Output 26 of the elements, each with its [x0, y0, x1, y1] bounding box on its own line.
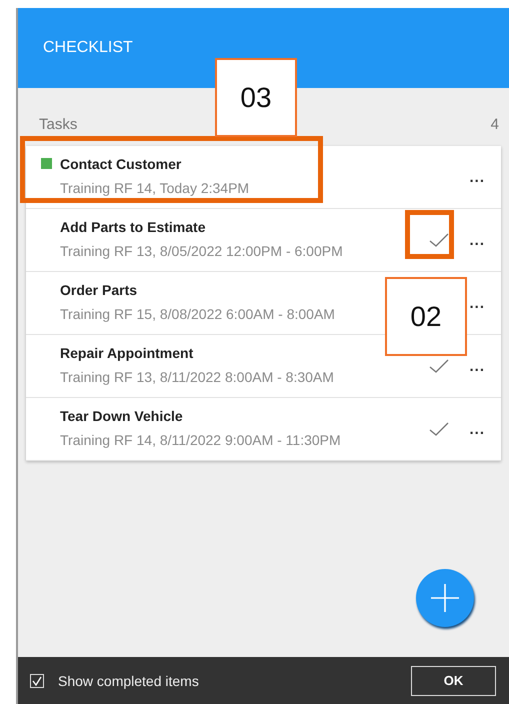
- checkmark-icon[interactable]: [429, 233, 450, 247]
- task-detail: Training RF 13, 8/11/2022 8:00AM - 8:30AM: [60, 369, 335, 385]
- header-title: CHECKLIST: [43, 39, 133, 57]
- more-button[interactable]: ...: [469, 232, 485, 248]
- task-title: Add Parts to Estimate: [60, 219, 206, 235]
- more-button[interactable]: ...: [469, 420, 485, 438]
- ok-button[interactable]: OK: [411, 666, 496, 696]
- checkbox-label: Show completed items: [58, 672, 200, 688]
- callout-label: 02: [385, 277, 467, 356]
- task-title: Order Parts: [60, 282, 138, 298]
- show-completed-checkbox[interactable]: [30, 674, 44, 688]
- more-button[interactable]: ...: [469, 168, 485, 186]
- task-title: Contact Customer: [60, 156, 182, 172]
- task-count: 4: [490, 116, 499, 135]
- more-button[interactable]: ...: [469, 294, 485, 312]
- task-detail: Training RF 14, Today 2:34PM: [60, 180, 250, 196]
- task-title: Tear Down Vehicle: [60, 408, 184, 424]
- task-detail: Training RF 13, 8/05/2022 12:00PM - 6:00PM: [60, 243, 344, 259]
- task-detail: Training RF 14, 8/11/2022 9:00AM - 11:30PM: [60, 432, 342, 448]
- task-title: Repair Appointment: [60, 345, 194, 361]
- checkmark-icon[interactable]: [429, 422, 450, 436]
- checkmark-icon[interactable]: [429, 359, 450, 373]
- add-button[interactable]: [416, 569, 474, 627]
- callout-label: 03: [215, 58, 297, 137]
- more-button[interactable]: ...: [469, 358, 485, 374]
- section-label: Tasks: [39, 116, 78, 135]
